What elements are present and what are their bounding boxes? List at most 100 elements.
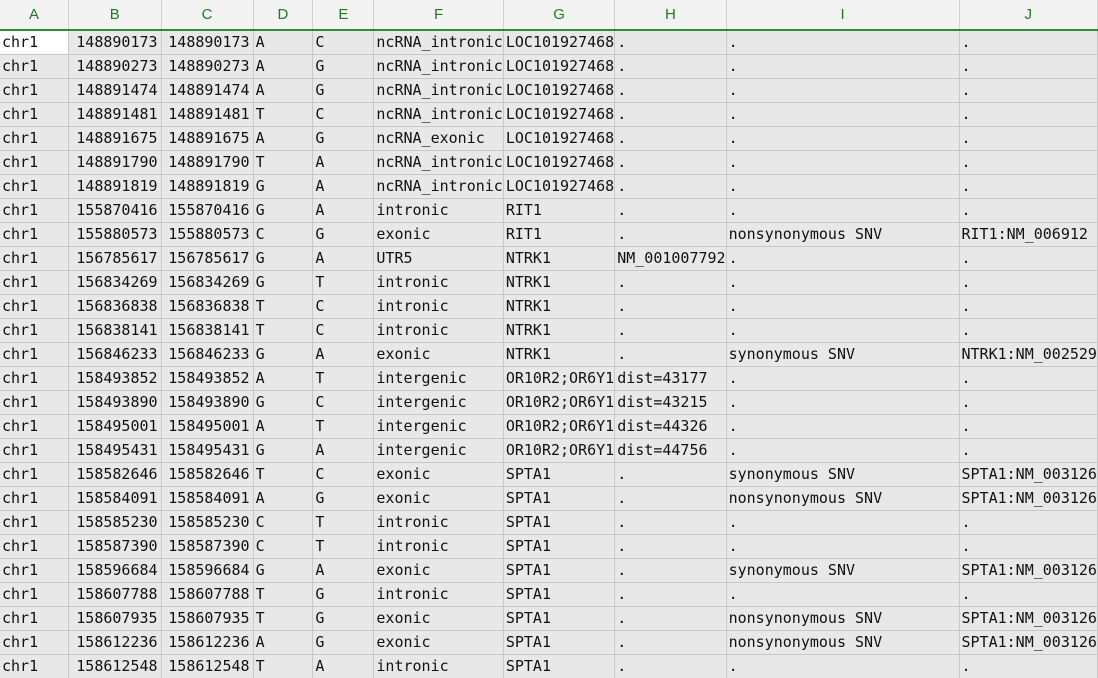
cell-e11[interactable]: T — [312, 270, 375, 295]
cell-i19[interactable]: synonymous SNV — [726, 462, 960, 487]
cell-i3[interactable]: . — [726, 78, 960, 103]
cell-f16[interactable]: intergenic — [373, 390, 504, 415]
cell-a7[interactable]: chr1 — [0, 174, 69, 199]
cell-c1[interactable]: 148890173 — [161, 30, 254, 55]
cell-f20[interactable]: exonic — [373, 486, 504, 511]
cell-a14[interactable]: chr1 — [0, 342, 69, 367]
cell-f1[interactable]: ncRNA_intronic — [373, 30, 504, 55]
cell-j11[interactable]: . — [959, 270, 1098, 295]
cell-h23[interactable]: . — [614, 558, 727, 583]
cell-f21[interactable]: intronic — [373, 510, 504, 535]
cell-a2[interactable]: chr1 — [0, 54, 69, 79]
cell-c10[interactable]: 156785617 — [161, 246, 254, 271]
cell-i17[interactable]: . — [726, 414, 960, 439]
cell-e21[interactable]: T — [312, 510, 375, 535]
cell-h25[interactable]: . — [614, 606, 727, 631]
cell-g2[interactable]: LOC101927468 — [503, 54, 616, 79]
cell-g13[interactable]: NTRK1 — [503, 318, 616, 343]
cell-b19[interactable]: 158582646 — [68, 462, 162, 487]
cell-b3[interactable]: 148891474 — [68, 78, 162, 103]
cell-c11[interactable]: 156834269 — [161, 270, 254, 295]
cell-a1[interactable]: chr1 — [0, 30, 69, 55]
cell-g5[interactable]: LOC101927468 — [503, 126, 616, 151]
cell-i26[interactable]: nonsynonymous SNV — [726, 630, 960, 655]
cell-i10[interactable]: . — [726, 246, 960, 271]
cell-c5[interactable]: 148891675 — [161, 126, 254, 151]
cell-b23[interactable]: 158596684 — [68, 558, 162, 583]
cell-a4[interactable]: chr1 — [0, 102, 69, 127]
cell-f17[interactable]: intergenic — [373, 414, 504, 439]
cell-g22[interactable]: SPTA1 — [503, 534, 616, 559]
cell-b14[interactable]: 156846233 — [68, 342, 162, 367]
cell-i16[interactable]: . — [726, 390, 960, 415]
cell-h8[interactable]: . — [614, 198, 727, 223]
cell-h16[interactable]: dist=43215 — [614, 390, 727, 415]
cell-e22[interactable]: T — [312, 534, 375, 559]
cell-h3[interactable]: . — [614, 78, 727, 103]
cell-h12[interactable]: . — [614, 294, 727, 319]
cell-j27[interactable]: . — [959, 654, 1098, 678]
cell-f10[interactable]: UTR5 — [373, 246, 504, 271]
cell-b7[interactable]: 148891819 — [68, 174, 162, 199]
cell-c9[interactable]: 155880573 — [161, 222, 254, 247]
cell-a21[interactable]: chr1 — [0, 510, 69, 535]
cell-d25[interactable]: T — [253, 606, 314, 631]
cell-f22[interactable]: intronic — [373, 534, 504, 559]
cell-g20[interactable]: SPTA1 — [503, 486, 616, 511]
cell-g4[interactable]: LOC101927468 — [503, 102, 616, 127]
cell-h11[interactable]: . — [614, 270, 727, 295]
cell-i24[interactable]: . — [726, 582, 960, 607]
cell-b2[interactable]: 148890273 — [68, 54, 162, 79]
cell-e6[interactable]: A — [312, 150, 375, 175]
cell-a19[interactable]: chr1 — [0, 462, 69, 487]
cell-b11[interactable]: 156834269 — [68, 270, 162, 295]
cell-a17[interactable]: chr1 — [0, 414, 69, 439]
cell-e3[interactable]: G — [312, 78, 375, 103]
cell-f27[interactable]: intronic — [373, 654, 504, 678]
cell-e20[interactable]: G — [312, 486, 375, 511]
cell-e10[interactable]: A — [312, 246, 375, 271]
cell-i1[interactable]: . — [726, 30, 960, 55]
cell-c22[interactable]: 158587390 — [161, 534, 254, 559]
cell-h6[interactable]: . — [614, 150, 727, 175]
cell-a27[interactable]: chr1 — [0, 654, 69, 678]
cell-d17[interactable]: A — [253, 414, 314, 439]
cell-i13[interactable]: . — [726, 318, 960, 343]
cell-j6[interactable]: . — [959, 150, 1098, 175]
cell-j1[interactable]: . — [959, 30, 1098, 55]
column-header-d[interactable]: D — [253, 0, 314, 31]
column-header-b[interactable]: B — [68, 0, 162, 31]
column-header-i[interactable]: I — [726, 0, 960, 31]
cell-a8[interactable]: chr1 — [0, 198, 69, 223]
cell-j14[interactable]: NTRK1:NM_002529 — [959, 342, 1098, 367]
cell-d16[interactable]: G — [253, 390, 314, 415]
cell-j20[interactable]: SPTA1:NM_003126 — [959, 486, 1098, 511]
cell-j22[interactable]: . — [959, 534, 1098, 559]
cell-h13[interactable]: . — [614, 318, 727, 343]
cell-c21[interactable]: 158585230 — [161, 510, 254, 535]
cell-a12[interactable]: chr1 — [0, 294, 69, 319]
cell-a9[interactable]: chr1 — [0, 222, 69, 247]
cell-f2[interactable]: ncRNA_intronic — [373, 54, 504, 79]
cell-d9[interactable]: C — [253, 222, 314, 247]
cell-c6[interactable]: 148891790 — [161, 150, 254, 175]
cell-a5[interactable]: chr1 — [0, 126, 69, 151]
cell-h15[interactable]: dist=43177 — [614, 366, 727, 391]
cell-e26[interactable]: G — [312, 630, 375, 655]
cell-j2[interactable]: . — [959, 54, 1098, 79]
cell-f26[interactable]: exonic — [373, 630, 504, 655]
cell-b15[interactable]: 158493852 — [68, 366, 162, 391]
cell-j8[interactable]: . — [959, 198, 1098, 223]
cell-g25[interactable]: SPTA1 — [503, 606, 616, 631]
cell-d5[interactable]: A — [253, 126, 314, 151]
cell-i20[interactable]: nonsynonymous SNV — [726, 486, 960, 511]
cell-c8[interactable]: 155870416 — [161, 198, 254, 223]
cell-d18[interactable]: G — [253, 438, 314, 463]
cell-d20[interactable]: A — [253, 486, 314, 511]
cell-g21[interactable]: SPTA1 — [503, 510, 616, 535]
cell-f6[interactable]: ncRNA_intronic — [373, 150, 504, 175]
cell-g18[interactable]: OR10R2;OR6Y1 — [503, 438, 616, 463]
cell-b6[interactable]: 148891790 — [68, 150, 162, 175]
cell-j3[interactable]: . — [959, 78, 1098, 103]
cell-b17[interactable]: 158495001 — [68, 414, 162, 439]
